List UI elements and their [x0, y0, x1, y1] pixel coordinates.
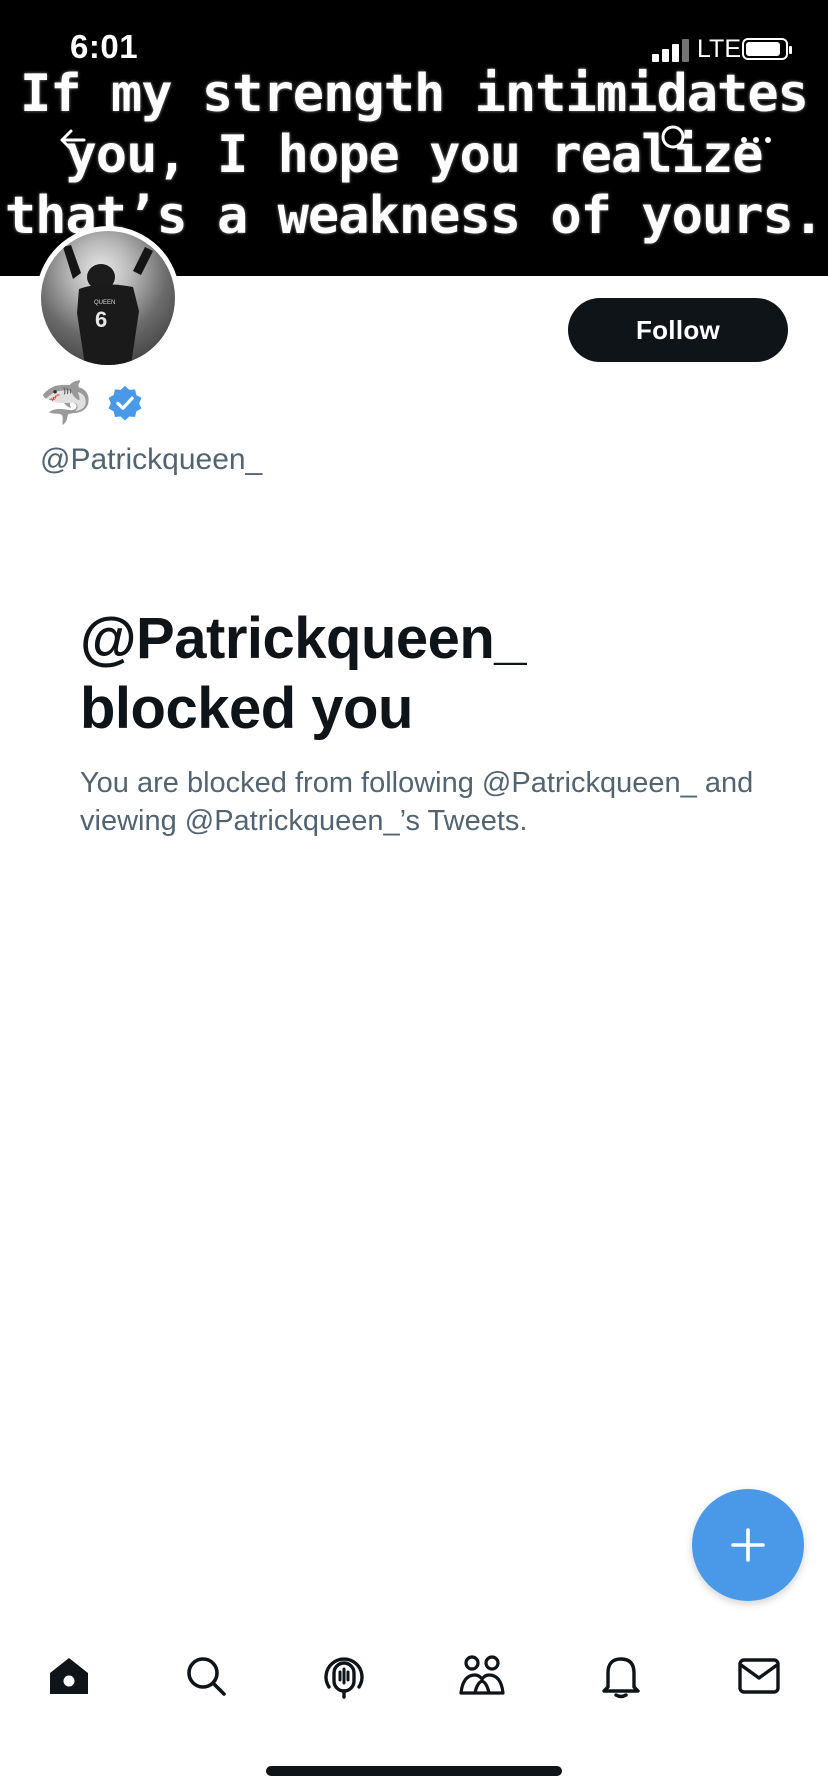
tab-spaces[interactable]: [308, 1640, 380, 1712]
jersey-number: 6: [95, 307, 107, 332]
tab-communities[interactable]: [446, 1640, 518, 1712]
display-name: 🦈: [40, 380, 144, 426]
back-arrow-icon: [60, 129, 86, 151]
status-time: 6:01: [70, 28, 139, 65]
network-type: LTE: [697, 35, 741, 63]
avatar-photo: QUEEN 6: [41, 231, 175, 365]
player-silhouette-icon: QUEEN 6: [63, 245, 153, 365]
tab-search[interactable]: [170, 1640, 242, 1712]
search-icon: [187, 1657, 226, 1696]
verified-badge-icon[interactable]: [106, 384, 144, 422]
jersey-text: QUEEN: [94, 300, 115, 306]
spaces-icon: [324, 1657, 364, 1699]
blocked-heading: @Patrickqueen_ blocked you: [80, 604, 760, 744]
blocked-heading-line1: @Patrickqueen_: [80, 606, 527, 671]
more-button[interactable]: [728, 112, 784, 168]
profile-handle: @Patrickqueen_: [40, 443, 263, 476]
more-icon: [741, 137, 771, 143]
cellular-signal-icon: [652, 38, 690, 62]
messages-icon: [738, 1658, 780, 1694]
compose-tweet-button[interactable]: [692, 1489, 804, 1601]
home-icon: [50, 1658, 88, 1694]
home-indicator[interactable]: [266, 1766, 562, 1776]
tab-home[interactable]: [33, 1640, 105, 1712]
communities-icon: [459, 1655, 505, 1695]
battery-icon: [742, 38, 792, 60]
plus-icon: [731, 1528, 765, 1562]
tab-notifications[interactable]: [585, 1640, 657, 1712]
blocked-description: You are blocked from following @Patrickq…: [80, 767, 754, 837]
notifications-icon: [602, 1657, 640, 1699]
search-icon: [661, 125, 692, 156]
tab-messages[interactable]: [723, 1640, 795, 1712]
follow-button[interactable]: Follow: [568, 298, 788, 362]
search-button[interactable]: [648, 112, 704, 168]
back-button[interactable]: [44, 112, 100, 168]
shark-emoji: 🦈: [40, 379, 93, 426]
blocked-heading-line2: blocked you: [80, 676, 413, 741]
bottom-tab-bar: [0, 1640, 828, 1712]
profile-avatar[interactable]: QUEEN 6: [36, 226, 180, 370]
